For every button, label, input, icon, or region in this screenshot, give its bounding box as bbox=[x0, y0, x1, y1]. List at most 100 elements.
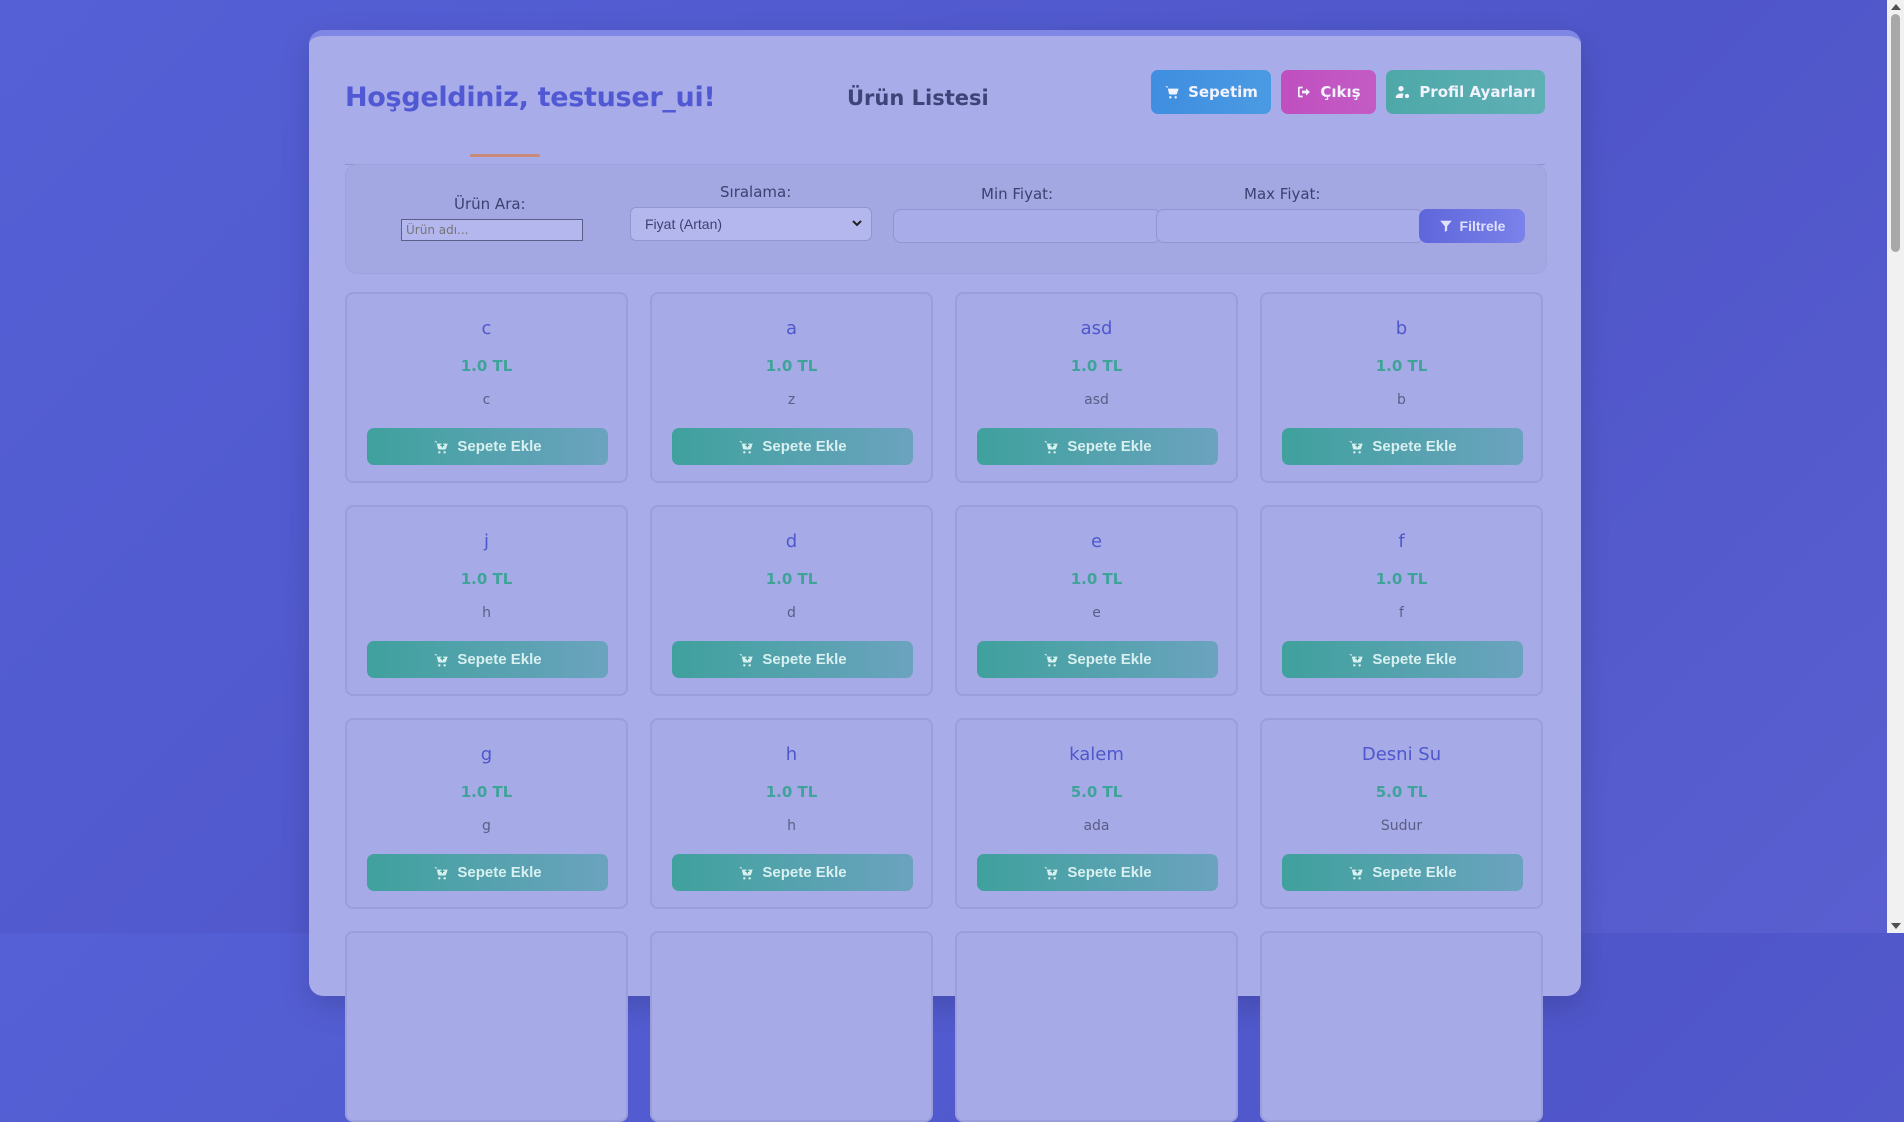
product-price: 1.0 TL bbox=[765, 357, 818, 375]
product-description: c bbox=[482, 392, 491, 408]
product-name: b bbox=[1395, 318, 1408, 339]
add-to-cart-button[interactable]: Sepete Ekle bbox=[672, 641, 913, 678]
product-card: b 1.0 TL b Sepete Ekle bbox=[1260, 292, 1543, 483]
header: Hoşgeldiniz, testuser_ui! Ürün Listesi S… bbox=[345, 70, 1545, 165]
scrollbar-thumb[interactable] bbox=[1891, 14, 1900, 252]
product-price: 1.0 TL bbox=[765, 783, 818, 801]
filter-button[interactable]: Filtrele bbox=[1419, 209, 1525, 243]
cart-plus-icon bbox=[739, 440, 754, 454]
product-name: c bbox=[481, 318, 492, 339]
add-to-cart-button[interactable]: Sepete Ekle bbox=[367, 428, 608, 465]
profile-settings-button[interactable]: Profil Ayarları bbox=[1386, 70, 1545, 114]
product-name: j bbox=[483, 531, 489, 552]
cart-icon bbox=[1165, 86, 1179, 99]
product-price: 1.0 TL bbox=[1375, 570, 1428, 588]
add-to-cart-button[interactable]: Sepete Ekle bbox=[672, 854, 913, 891]
product-card: Desni Su 5.0 TL Sudur Sepete Ekle bbox=[1260, 718, 1543, 909]
add-to-cart-label: Sepete Ekle bbox=[457, 438, 542, 455]
product-description: h bbox=[787, 818, 796, 834]
scroll-down-arrow-icon[interactable] bbox=[1891, 923, 1901, 929]
add-to-cart-button[interactable]: Sepete Ekle bbox=[977, 428, 1218, 465]
cart-plus-icon bbox=[434, 440, 449, 454]
add-to-cart-button[interactable]: Sepete Ekle bbox=[1282, 854, 1523, 891]
product-name: kalem bbox=[1069, 744, 1124, 765]
product-card: e 1.0 TL e Sepete Ekle bbox=[955, 505, 1238, 696]
product-card: h 1.0 TL h Sepete Ekle bbox=[650, 718, 933, 909]
min-price-label: Min Fiyat: bbox=[981, 185, 1054, 203]
product-card: j 1.0 TL h Sepete Ekle bbox=[345, 505, 628, 696]
add-to-cart-label: Sepete Ekle bbox=[762, 651, 847, 668]
logout-button[interactable]: Çıkış bbox=[1281, 70, 1376, 114]
sort-select[interactable]: Fiyat (Artan) bbox=[630, 207, 872, 241]
product-description: f bbox=[1399, 605, 1404, 621]
product-card: d 1.0 TL d Sepete Ekle bbox=[650, 505, 933, 696]
add-to-cart-button[interactable]: Sepete Ekle bbox=[1282, 641, 1523, 678]
add-to-cart-button[interactable]: Sepete Ekle bbox=[1282, 428, 1523, 465]
add-to-cart-label: Sepete Ekle bbox=[457, 864, 542, 881]
product-price: 5.0 TL bbox=[1375, 783, 1428, 801]
chevron-down-icon bbox=[852, 220, 862, 227]
cart-plus-icon bbox=[739, 653, 754, 667]
max-price-input[interactable] bbox=[1156, 209, 1424, 243]
filter-button-label: Filtrele bbox=[1459, 218, 1506, 234]
welcome-heading: Hoşgeldiniz, testuser_ui! bbox=[345, 82, 716, 113]
add-to-cart-label: Sepete Ekle bbox=[457, 651, 542, 668]
product-card: g 1.0 TL g Sepete Ekle bbox=[345, 718, 628, 909]
product-price: 1.0 TL bbox=[1375, 357, 1428, 375]
product-card: asd 1.0 TL asd Sepete Ekle bbox=[955, 292, 1238, 483]
scrollbar[interactable] bbox=[1887, 0, 1904, 933]
product-price: 1.0 TL bbox=[460, 357, 513, 375]
product-description: h bbox=[482, 605, 491, 621]
cart-plus-icon bbox=[1044, 866, 1059, 880]
user-cog-icon bbox=[1395, 86, 1410, 99]
add-to-cart-button[interactable]: Sepete Ekle bbox=[367, 854, 608, 891]
product-description: ada bbox=[1083, 818, 1110, 834]
add-to-cart-button[interactable]: Sepete Ekle bbox=[367, 641, 608, 678]
product-name: d bbox=[785, 531, 798, 552]
product-description: g bbox=[482, 818, 491, 834]
add-to-cart-button[interactable]: Sepete Ekle bbox=[977, 641, 1218, 678]
profile-settings-label: Profil Ayarları bbox=[1419, 83, 1536, 101]
add-to-cart-button[interactable]: Sepete Ekle bbox=[672, 428, 913, 465]
cart-plus-icon bbox=[434, 653, 449, 667]
cart-plus-icon bbox=[739, 866, 754, 880]
max-price-label: Max Fiyat: bbox=[1244, 185, 1321, 203]
product-card-partial bbox=[955, 931, 1238, 1122]
product-card-partial bbox=[650, 931, 933, 1122]
cart-plus-icon bbox=[1349, 653, 1364, 667]
add-to-cart-label: Sepete Ekle bbox=[1372, 864, 1457, 881]
cart-button[interactable]: Sepetim bbox=[1151, 70, 1271, 114]
product-description: z bbox=[787, 392, 796, 408]
min-price-input[interactable] bbox=[893, 209, 1161, 243]
add-to-cart-button[interactable]: Sepete Ekle bbox=[977, 854, 1218, 891]
product-description: asd bbox=[1084, 392, 1109, 408]
add-to-cart-label: Sepete Ekle bbox=[762, 864, 847, 881]
logout-button-label: Çıkış bbox=[1320, 83, 1361, 101]
add-to-cart-label: Sepete Ekle bbox=[1372, 438, 1457, 455]
add-to-cart-label: Sepete Ekle bbox=[1067, 438, 1152, 455]
cart-plus-icon bbox=[1044, 440, 1059, 454]
product-name: e bbox=[1090, 531, 1103, 552]
sort-select-value: Fiyat (Artan) bbox=[645, 216, 723, 232]
cart-plus-icon bbox=[1349, 440, 1364, 454]
product-card: c 1.0 TL c Sepete Ekle bbox=[345, 292, 628, 483]
product-name: a bbox=[785, 318, 798, 339]
add-to-cart-label: Sepete Ekle bbox=[1067, 864, 1152, 881]
sort-label: Sıralama: bbox=[720, 183, 792, 201]
product-description: e bbox=[1092, 605, 1101, 621]
welcome-underline bbox=[470, 154, 540, 157]
product-name: h bbox=[785, 744, 798, 765]
scroll-up-arrow-icon[interactable] bbox=[1891, 4, 1901, 10]
product-name: f bbox=[1398, 531, 1405, 552]
product-card: kalem 5.0 TL ada Sepete Ekle bbox=[955, 718, 1238, 909]
cart-button-label: Sepetim bbox=[1188, 83, 1258, 101]
product-card-partial bbox=[345, 931, 628, 1122]
main-container: Hoşgeldiniz, testuser_ui! Ürün Listesi S… bbox=[309, 30, 1581, 1122]
search-input[interactable] bbox=[401, 219, 583, 241]
product-price: 1.0 TL bbox=[1070, 570, 1123, 588]
product-name: asd bbox=[1080, 318, 1113, 339]
product-name: Desni Su bbox=[1361, 744, 1442, 765]
search-label: Ürün Ara: bbox=[454, 195, 526, 213]
product-price: 1.0 TL bbox=[1070, 357, 1123, 375]
product-description: Sudur bbox=[1380, 818, 1423, 834]
